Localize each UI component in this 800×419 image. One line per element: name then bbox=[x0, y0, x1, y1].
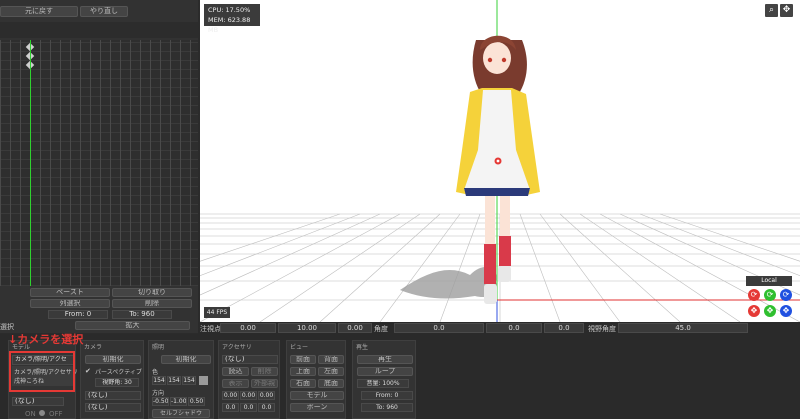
angle-label: 角度 bbox=[374, 325, 388, 333]
redo-button[interactable]: やり直し bbox=[80, 6, 128, 17]
accessory-parent-button[interactable]: 外部親 bbox=[251, 379, 278, 388]
paste-button[interactable]: ペースト bbox=[30, 288, 110, 297]
character-model bbox=[456, 35, 540, 304]
bone-select[interactable]: (なし) bbox=[12, 397, 64, 406]
translate-x-icon[interactable]: ✥ bbox=[748, 305, 760, 317]
angle-x-field[interactable]: 0.0 bbox=[394, 323, 484, 333]
local-toggle[interactable]: Local bbox=[746, 276, 792, 286]
direction-label: 方向 bbox=[152, 390, 165, 397]
angle-z-field[interactable]: 0.0 bbox=[544, 323, 584, 333]
volume-field[interactable]: 音量: 100% bbox=[357, 379, 409, 388]
camera-group: カメラ 初期化 ✔ パースペクティブ 視野角: 30 (なし) (なし) bbox=[80, 340, 144, 419]
play-from-field[interactable]: From: 0 bbox=[361, 391, 413, 400]
view-top-button[interactable]: 上面 bbox=[290, 367, 316, 376]
off-label[interactable]: OFF bbox=[49, 410, 63, 418]
view-back-button[interactable]: 背面 bbox=[318, 355, 344, 364]
control-panel: モデル カメラ/照明/アクセ カメラ/照明/アクセサリ 戌神ころね (なし) O… bbox=[0, 334, 800, 419]
light-dir-x-field[interactable]: -0.50 bbox=[152, 397, 169, 406]
mem-readout: MEM: 623.88 MB bbox=[208, 16, 251, 34]
light-g-field[interactable]: 154 bbox=[167, 376, 181, 385]
accessory-select[interactable]: (なし) bbox=[222, 355, 278, 364]
accessory-ry-field[interactable]: 0.0 bbox=[240, 403, 257, 412]
accessory-x-field[interactable]: 0.00 bbox=[222, 391, 239, 400]
rotate-x-icon[interactable]: ⟳ bbox=[748, 289, 760, 301]
character-shadow bbox=[400, 266, 497, 299]
angle-y-field[interactable]: 0.0 bbox=[486, 323, 542, 333]
view-bone-button[interactable]: ボーン bbox=[290, 403, 344, 412]
playhead-line[interactable] bbox=[30, 40, 31, 286]
rotate-y-icon[interactable]: ⟳ bbox=[764, 289, 776, 301]
timeline-header bbox=[0, 22, 198, 38]
accessory-y-field[interactable]: 0.00 bbox=[240, 391, 257, 400]
viewport-scene bbox=[200, 0, 800, 322]
accessory-load-button[interactable]: 読込 bbox=[222, 367, 249, 376]
fov-field[interactable]: 45.0 bbox=[618, 323, 748, 333]
view-front-button[interactable]: 前面 bbox=[290, 355, 316, 364]
attention-x-field[interactable]: 0.00 bbox=[220, 323, 276, 333]
camera-follow-bone-select[interactable]: (なし) bbox=[85, 403, 141, 412]
camera-init-button[interactable]: 初期化 bbox=[85, 355, 141, 364]
expand-button[interactable]: 拡大 bbox=[75, 321, 190, 330]
move-icon[interactable]: ✥ bbox=[780, 4, 793, 17]
annotation-highlight-box bbox=[9, 351, 75, 392]
checkmark-icon[interactable]: ✔ bbox=[85, 367, 91, 375]
performance-overlay: CPU: 17.50% MEM: 623.88 MB bbox=[204, 4, 260, 34]
view-model-button[interactable]: モデル bbox=[290, 391, 344, 400]
toggle-knob[interactable] bbox=[39, 410, 45, 416]
camera-group-title: カメラ bbox=[84, 344, 103, 351]
attention-y-field[interactable]: 10.00 bbox=[278, 323, 336, 333]
undo-button[interactable]: 元に戻す bbox=[0, 6, 78, 17]
accessory-rz-field[interactable]: 0.0 bbox=[258, 403, 275, 412]
fov-angle-field[interactable]: 視野角: 30 bbox=[95, 378, 139, 387]
on-label[interactable]: ON bbox=[25, 410, 36, 418]
delete-button[interactable]: 削除 bbox=[112, 299, 192, 308]
camera-parameter-bar: 注視点 0.00 10.00 0.00 角度 0.0 0.0 0.0 視野角度 … bbox=[198, 322, 800, 334]
accessory-rx-field[interactable]: 0.0 bbox=[222, 403, 239, 412]
accessory-z-field[interactable]: 0.00 bbox=[258, 391, 275, 400]
view-left-button[interactable]: 左面 bbox=[318, 367, 344, 376]
light-group: 照明 初期化 色 154 154 154 方向 -0.50 -1.00 0.50… bbox=[148, 340, 214, 419]
annotation-text: ↓カメラを選択 bbox=[8, 333, 84, 346]
light-group-title: 照明 bbox=[152, 344, 165, 351]
light-color-swatch[interactable] bbox=[199, 376, 208, 385]
rotate-z-icon[interactable]: ⟳ bbox=[780, 289, 792, 301]
cut-button[interactable]: 切り取り bbox=[112, 288, 192, 297]
to-field[interactable]: To: 960 bbox=[112, 310, 172, 319]
fps-readout: 44 FPS bbox=[204, 307, 230, 318]
fov-label: 視野角度 bbox=[588, 325, 616, 333]
3d-viewport[interactable]: CPU: 17.50% MEM: 623.88 MB ⌕ ✥ 44 FPS Lo… bbox=[200, 0, 800, 322]
color-label: 色 bbox=[152, 369, 159, 376]
camera-follow-model-select[interactable]: (なし) bbox=[85, 391, 141, 400]
light-b-field[interactable]: 154 bbox=[182, 376, 196, 385]
playback-group: 再生 再生 ループ 音量: 100% From: 0 To: 960 bbox=[352, 340, 416, 419]
translate-z-icon[interactable]: ✥ bbox=[780, 305, 792, 317]
timeline-grid[interactable] bbox=[0, 40, 198, 286]
attention-z-field[interactable]: 0.00 bbox=[338, 323, 372, 333]
self-shadow-button[interactable]: セルフシャドウ bbox=[152, 409, 210, 418]
view-group-title: ビュー bbox=[290, 344, 309, 351]
view-bottom-button[interactable]: 底面 bbox=[318, 379, 344, 388]
view-group: ビュー 前面 背面 上面 左面 右面 底面 モデル ボーン bbox=[286, 340, 346, 419]
from-field[interactable]: From: 0 bbox=[48, 310, 108, 319]
attention-point-label: 注視点 bbox=[200, 325, 221, 333]
cpu-readout: CPU: 17.50% bbox=[208, 6, 251, 14]
play-to-field[interactable]: To: 960 bbox=[361, 403, 413, 412]
perspective-label: パースペクティブ bbox=[95, 369, 142, 376]
playback-group-title: 再生 bbox=[356, 344, 369, 351]
light-dir-y-field[interactable]: -1.00 bbox=[170, 397, 187, 406]
loop-button[interactable]: ループ bbox=[357, 367, 413, 376]
light-r-field[interactable]: 154 bbox=[152, 376, 166, 385]
search-icon[interactable]: ⌕ bbox=[765, 4, 778, 17]
view-right-button[interactable]: 右面 bbox=[290, 379, 316, 388]
light-init-button[interactable]: 初期化 bbox=[161, 355, 211, 364]
accessory-group-title: アクセサリ bbox=[222, 344, 252, 351]
accessory-delete-button[interactable]: 削除 bbox=[251, 367, 278, 376]
translate-y-icon[interactable]: ✥ bbox=[764, 305, 776, 317]
select-all-button[interactable]: 列選択 bbox=[30, 299, 110, 308]
light-dir-z-field[interactable]: 0.50 bbox=[188, 397, 205, 406]
timeline-panel: 元に戻す やり直し ペースト 切り取り 列選択 削除 From: 0 To: 9… bbox=[0, 0, 198, 333]
accessory-show-button[interactable]: 表示 bbox=[222, 379, 249, 388]
accessory-group: アクセサリ (なし) 読込 削除 表示 外部親 0.00 0.00 0.00 0… bbox=[218, 340, 280, 419]
play-button[interactable]: 再生 bbox=[357, 355, 413, 364]
